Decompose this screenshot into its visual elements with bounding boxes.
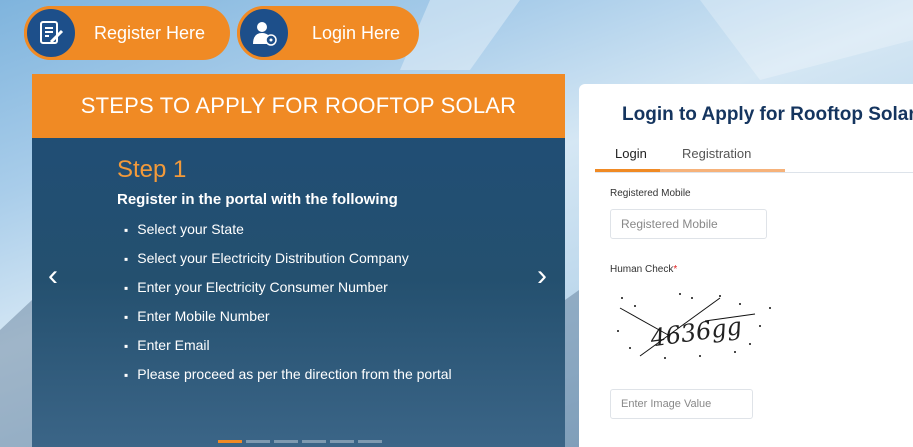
carousel-indicators <box>218 440 382 443</box>
tab-registration[interactable]: Registration <box>682 146 751 161</box>
registered-mobile-input[interactable] <box>610 209 767 239</box>
step-item: Enter your Electricity Consumer Number <box>124 278 452 307</box>
prev-slide-button[interactable]: ‹ <box>48 259 58 293</box>
step-item: Enter Email <box>124 336 452 365</box>
carousel-dot[interactable] <box>218 440 242 443</box>
registered-mobile-label: Registered Mobile <box>610 188 691 199</box>
step-subtitle: Register in the portal with the followin… <box>117 191 398 208</box>
document-edit-icon <box>24 6 78 60</box>
human-check-label: Human Check* <box>610 264 678 275</box>
step-list: Select your State Select your Electricit… <box>124 220 452 394</box>
next-slide-button[interactable]: › <box>537 259 547 293</box>
login-here-button[interactable]: Login Here <box>237 6 419 60</box>
steps-heading: STEPS TO APPLY FOR ROOFTOP SOLAR <box>32 74 565 138</box>
carousel-dot[interactable] <box>330 440 354 443</box>
login-card: Login to Apply for Rooftop Solar Login R… <box>579 84 913 447</box>
step-title: Step 1 <box>117 156 187 183</box>
carousel-dot[interactable] <box>358 440 382 443</box>
login-here-label: Login Here <box>312 22 401 43</box>
login-card-title: Login to Apply for Rooftop Solar <box>622 104 913 125</box>
steps-carousel: STEPS TO APPLY FOR ROOFTOP SOLAR Step 1 … <box>32 74 565 447</box>
captcha-image: 4636gg <box>610 286 778 366</box>
step-item: Select your Electricity Distribution Com… <box>124 249 452 278</box>
step-item: Select your State <box>124 220 452 249</box>
step-item: Please proceed as per the direction from… <box>124 365 451 394</box>
user-lock-icon <box>237 6 291 60</box>
image-value-input[interactable] <box>610 389 753 419</box>
active-tab-indicator <box>595 169 785 172</box>
carousel-dot[interactable] <box>274 440 298 443</box>
tab-login[interactable]: Login <box>615 146 647 161</box>
carousel-dot[interactable] <box>302 440 326 443</box>
login-tabs: Login Registration <box>595 142 913 173</box>
carousel-dot[interactable] <box>246 440 270 443</box>
register-here-label: Register Here <box>94 22 206 43</box>
step-item: Enter Mobile Number <box>124 307 452 336</box>
register-here-button[interactable]: Register Here <box>24 6 230 60</box>
required-mark: * <box>673 264 678 275</box>
